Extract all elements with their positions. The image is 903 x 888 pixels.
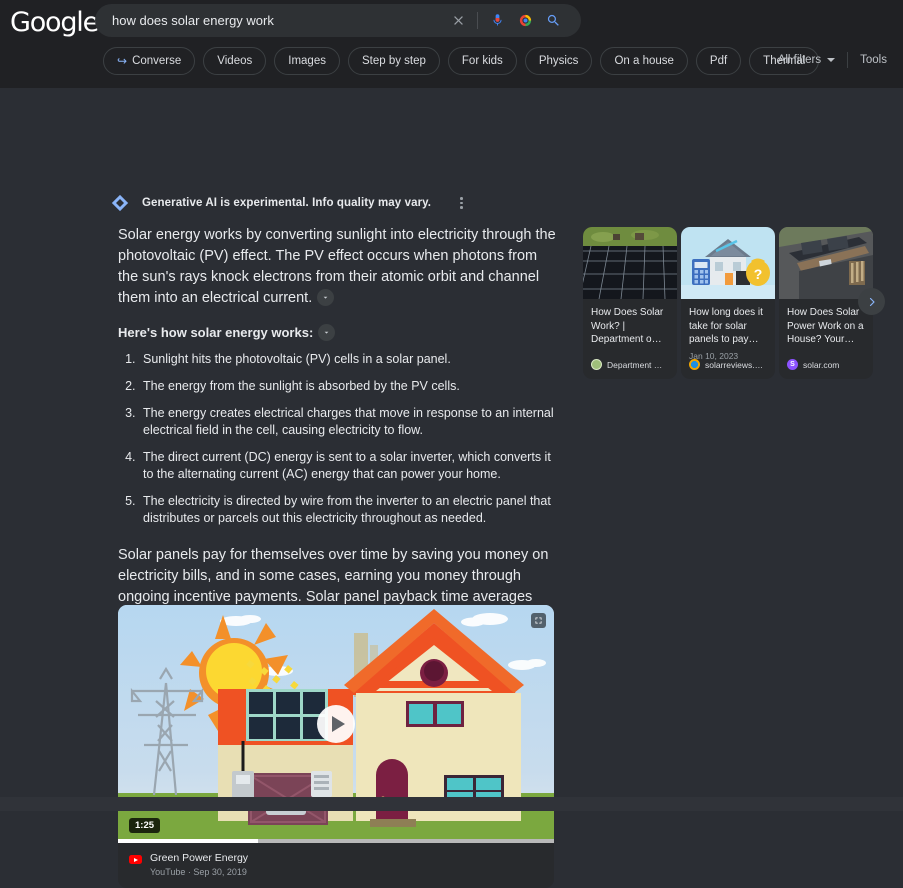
steps-heading-text: Here's how solar energy works:	[118, 325, 314, 340]
video-meta: Green Power Energy YouTube · Sep 30, 201…	[118, 843, 554, 888]
search-icon[interactable]	[539, 7, 567, 35]
favicon-icon	[591, 359, 602, 370]
tools-button[interactable]: Tools	[848, 54, 887, 66]
search-header: Google how does solar energy work ↪ Conv…	[0, 0, 903, 89]
chip-for-kids[interactable]: For kids	[447, 47, 517, 75]
list-item: The energy creates electrical charges th…	[139, 405, 558, 439]
favicon-icon: S	[787, 359, 798, 370]
search-bar[interactable]	[95, 4, 581, 37]
microphone-icon[interactable]	[483, 7, 511, 35]
chip-on-a-house[interactable]: On a house	[600, 47, 688, 75]
card-title: How Does Solar Work? | Department o…	[591, 307, 664, 345]
solar-farm-photo	[583, 227, 677, 299]
rooftop-solar-photo	[779, 227, 873, 299]
reply-arrow-icon: ↪	[117, 54, 128, 68]
youtube-icon	[129, 855, 142, 864]
header-right-controls: All filters Tools	[778, 52, 887, 68]
all-filters-label: All filters	[777, 54, 822, 66]
card-body: How long does it take for solar panels t…	[681, 299, 775, 361]
expand-chevron-icon[interactable]	[317, 288, 335, 306]
card-source-label: Department …	[607, 359, 663, 370]
chip-videos[interactable]: Videos	[203, 47, 267, 75]
more-options-icon[interactable]	[457, 194, 466, 212]
intro-paragraph-text: Solar energy works by converting sunligh…	[118, 227, 556, 306]
chip-step-by-step[interactable]: Step by step	[347, 47, 440, 75]
chip-physics[interactable]: Physics	[524, 47, 593, 75]
chip-converse[interactable]: ↪ Converse	[103, 47, 196, 75]
search-bar-icons	[444, 7, 581, 35]
card-source: solarreviews.…	[689, 359, 771, 370]
chip-label: On a house	[614, 55, 674, 67]
chip-label: Physics	[538, 55, 579, 67]
video-progress-bar[interactable]	[118, 839, 554, 843]
search-input[interactable]	[95, 12, 444, 29]
chip-pdf[interactable]: Pdf	[695, 47, 742, 75]
chip-label: For kids	[461, 55, 503, 67]
card-source: S solar.com	[787, 359, 869, 370]
card-title: How long does it take for solar panels t…	[689, 307, 763, 345]
chip-label: Images	[288, 55, 326, 67]
chip-label: Pdf	[709, 55, 728, 67]
chip-images[interactable]: Images	[274, 47, 340, 75]
video-source-date: YouTube · Sep 30, 2019	[150, 867, 247, 877]
steps-list: Sunlight hits the photovoltaic (PV) cell…	[118, 351, 558, 527]
video-duration: 1:25	[129, 818, 161, 833]
card-body: How Does Solar Work? | Department o…	[583, 299, 677, 347]
card-source: Department …	[591, 359, 673, 370]
source-cards: How Does Solar Work? | Department o… Dep…	[583, 227, 903, 379]
expand-icon[interactable]	[531, 613, 546, 628]
chip-label: Videos	[217, 55, 253, 67]
card-title: How Does Solar Power Work on a House? Yo…	[787, 307, 864, 345]
video-progress-fill	[118, 839, 258, 843]
favicon-icon	[689, 359, 700, 370]
list-item: The energy from the sunlight is absorbed…	[139, 378, 558, 395]
video-result-card[interactable]: 1:25 Green Power Energy YouTube · Sep 30…	[118, 605, 554, 888]
footer-strip	[0, 797, 903, 811]
main-content: Generative AI is experimental. Info qual…	[0, 89, 903, 888]
list-item: Sunlight hits the photovoltaic (PV) cell…	[139, 351, 558, 368]
list-item: The direct current (DC) energy is sent t…	[139, 449, 558, 483]
all-filters-button[interactable]: All filters	[778, 54, 847, 66]
disclaimer-text: Generative AI is experimental. Info qual…	[142, 197, 432, 209]
close-icon[interactable]	[444, 7, 472, 35]
chevron-down-icon	[827, 58, 836, 62]
chip-label: Converse	[132, 55, 182, 67]
google-logo[interactable]: Google	[10, 7, 99, 38]
sparkle-icon	[111, 194, 129, 212]
svg-text:?: ?	[754, 266, 763, 282]
divider	[477, 12, 478, 29]
google-lens-icon[interactable]	[511, 7, 539, 35]
generative-ai-disclaimer: Generative AI is experimental. Info qual…	[110, 193, 466, 213]
video-text: Green Power Energy YouTube · Sep 30, 201…	[150, 852, 248, 877]
chip-label: Step by step	[361, 55, 426, 67]
source-card[interactable]: ? How long does it take for solar panels…	[681, 227, 775, 379]
card-source-label: solarreviews.…	[705, 359, 764, 370]
house-calculator-illustration: ?	[681, 227, 775, 299]
play-button[interactable]	[317, 705, 355, 743]
steps-heading: Here's how solar energy works:	[118, 324, 558, 342]
intro-paragraph: Solar energy works by converting sunligh…	[118, 225, 558, 309]
video-channel: Green Power Energy	[150, 852, 249, 864]
list-item: The electricity is directed by wire from…	[139, 493, 558, 527]
filter-chips: ↪ Converse Videos Images Step by step Fo…	[103, 47, 820, 75]
next-cards-button[interactable]	[858, 288, 885, 315]
expand-chevron-icon[interactable]	[318, 324, 336, 342]
chevron-right-icon	[869, 297, 875, 306]
source-card[interactable]: How Does Solar Work? | Department o… Dep…	[583, 227, 677, 379]
card-source-label: solar.com	[803, 359, 840, 370]
